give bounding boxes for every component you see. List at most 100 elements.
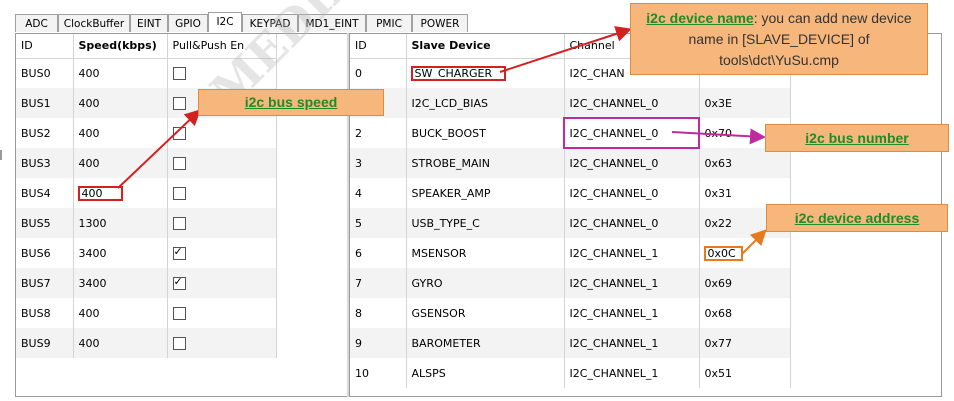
- speed-cell-highlighted[interactable]: 400: [73, 178, 168, 208]
- callout-i2c-bus-speed: i2c bus speed: [198, 89, 384, 116]
- pull-push-checkbox[interactable]: [172, 96, 186, 110]
- channel-cell[interactable]: I2C_CHANNEL_1: [564, 268, 700, 298]
- device-id-cell: 4: [350, 178, 407, 208]
- tab-clockbuffer[interactable]: ClockBuffer: [58, 14, 130, 32]
- window-edge-marker: [0, 150, 2, 160]
- pull-push-checkbox[interactable]: [172, 336, 186, 350]
- table-row[interactable]: BUS8 400: [16, 298, 277, 328]
- table-row[interactable]: I2C_LCD_BIAS I2C_CHANNEL_0 0x3E: [350, 88, 791, 118]
- speed-cell[interactable]: 400: [73, 328, 168, 358]
- table-row[interactable]: BUS4 400: [16, 178, 277, 208]
- speed-cell[interactable]: 400: [73, 118, 168, 148]
- pull-push-checkbox[interactable]: [172, 156, 186, 170]
- address-cell[interactable]: 0x77: [699, 328, 791, 358]
- pull-push-checkbox[interactable]: [172, 216, 186, 230]
- slave-device-cell[interactable]: USB_TYPE_C: [406, 208, 565, 238]
- slave-device-cell[interactable]: SPEAKER_AMP: [406, 178, 565, 208]
- bus-config-panel: ID Speed(kbps) Pull&Push En BUS0 400 BUS1…: [15, 33, 349, 397]
- callout-i2c-device-name: i2c device name: you can add new device …: [630, 3, 928, 75]
- device-id-cell: 5: [350, 208, 407, 238]
- table-row[interactable]: 3 STROBE_MAIN I2C_CHANNEL_0 0x63: [350, 148, 791, 178]
- slave-device-cell[interactable]: BUCK_BOOST: [406, 118, 565, 148]
- address-cell[interactable]: 0x69: [699, 268, 791, 298]
- pull-push-checkbox[interactable]: [172, 245, 186, 260]
- tab-pmic[interactable]: PMIC: [366, 14, 412, 32]
- callout-i2c-bus-number: i2c bus number: [765, 124, 949, 152]
- pull-push-cell: [167, 238, 277, 268]
- table-row[interactable]: 8 GSENSOR I2C_CHANNEL_1 0x68: [350, 298, 791, 328]
- table-row[interactable]: BUS6 3400: [16, 238, 277, 268]
- table-row[interactable]: 4 SPEAKER_AMP I2C_CHANNEL_0 0x31: [350, 178, 791, 208]
- tab-md1-eint[interactable]: MD1_EINT: [298, 14, 366, 32]
- device-id-cell: 0: [350, 58, 407, 88]
- pull-push-cell: [167, 148, 277, 178]
- tab-i2c[interactable]: I2C: [208, 12, 242, 32]
- bus-id-cell: BUS9: [16, 328, 74, 358]
- slave-device-cell[interactable]: GSENSOR: [406, 298, 565, 328]
- channel-cell[interactable]: I2C_CHANNEL_0: [564, 208, 700, 238]
- table-row[interactable]: BUS5 1300: [16, 208, 277, 238]
- address-cell[interactable]: 0x63: [699, 148, 791, 178]
- slave-device-cell[interactable]: GYRO: [406, 268, 565, 298]
- slave-device-cell[interactable]: I2C_LCD_BIAS: [406, 88, 565, 118]
- speed-cell[interactable]: 1300: [73, 208, 168, 238]
- address-cell[interactable]: 0x0C: [699, 238, 791, 268]
- pull-push-checkbox[interactable]: [172, 126, 186, 140]
- table-row[interactable]: 10 ALSPS I2C_CHANNEL_1 0x51: [350, 358, 791, 388]
- table-row[interactable]: BUS9 400: [16, 328, 277, 358]
- speed-cell[interactable]: 400: [73, 58, 168, 88]
- bus-id-cell: BUS1: [16, 88, 74, 118]
- speed-cell[interactable]: 3400: [73, 238, 168, 268]
- bus-speed-highlight: 400: [77, 185, 123, 201]
- tab-power[interactable]: POWER: [412, 14, 468, 32]
- channel-cell[interactable]: I2C_CHANNEL_1: [564, 298, 700, 328]
- table-row[interactable]: BUS3 400: [16, 148, 277, 178]
- slave-device-cell[interactable]: BAROMETER: [406, 328, 565, 358]
- speed-cell[interactable]: 400: [73, 148, 168, 178]
- bus-id-cell: BUS3: [16, 148, 74, 178]
- callout-key-bus-speed: i2c bus speed: [244, 94, 338, 110]
- pull-push-cell: [167, 178, 277, 208]
- pull-push-checkbox[interactable]: [172, 275, 186, 290]
- tab-eint[interactable]: EINT: [130, 14, 168, 32]
- table-row[interactable]: 2 BUCK_BOOST I2C_CHANNEL_0 0x70: [350, 117, 791, 149]
- table-row[interactable]: BUS2 400: [16, 118, 277, 148]
- bus-id-cell: BUS8: [16, 298, 74, 328]
- slave-device-cell[interactable]: SW_CHARGER: [406, 58, 565, 88]
- channel-cell[interactable]: I2C_CHANNEL_0: [564, 148, 700, 178]
- table-row[interactable]: 5 USB_TYPE_C I2C_CHANNEL_0 0x22: [350, 208, 791, 238]
- pull-push-checkbox[interactable]: [172, 67, 186, 80]
- tab-strip: ADC ClockBuffer EINT GPIO I2C KEYPAD MD1…: [15, 12, 468, 32]
- column-header-pull-push: Pull&Push En: [167, 34, 277, 59]
- table-row[interactable]: BUS0 400: [16, 58, 277, 88]
- pull-push-checkbox[interactable]: [172, 186, 186, 200]
- bus-id-cell: BUS7: [16, 268, 74, 298]
- speed-cell[interactable]: 3400: [73, 268, 168, 298]
- tab-keypad[interactable]: KEYPAD: [242, 14, 298, 32]
- pull-push-cell: [167, 58, 277, 88]
- table-row[interactable]: 9 BAROMETER I2C_CHANNEL_1 0x77: [350, 328, 791, 358]
- speed-cell[interactable]: 400: [73, 88, 168, 118]
- slave-device-cell[interactable]: ALSPS: [406, 358, 565, 388]
- tab-adc[interactable]: ADC: [15, 14, 58, 32]
- callout-key-device-name: i2c device name: [646, 10, 754, 26]
- channel-cell[interactable]: I2C_CHANNEL_1: [564, 328, 700, 358]
- slave-device-cell[interactable]: MSENSOR: [406, 238, 565, 268]
- table-row[interactable]: BUS7 3400: [16, 268, 277, 298]
- device-id-cell: 7: [350, 268, 407, 298]
- address-cell[interactable]: 0x51: [699, 358, 791, 388]
- table-row[interactable]: 6 MSENSOR I2C_CHANNEL_1 0x0C: [350, 238, 791, 268]
- address-cell[interactable]: 0x3E: [699, 88, 791, 118]
- channel-cell[interactable]: I2C_CHANNEL_1: [564, 238, 700, 268]
- address-cell[interactable]: 0x68: [699, 298, 791, 328]
- channel-cell-highlighted[interactable]: I2C_CHANNEL_0: [563, 117, 700, 149]
- slave-device-cell[interactable]: STROBE_MAIN: [406, 148, 565, 178]
- tab-gpio[interactable]: GPIO: [168, 14, 208, 32]
- device-address-highlight: 0x0C: [703, 245, 743, 261]
- channel-cell[interactable]: I2C_CHANNEL_1: [564, 358, 700, 388]
- channel-cell[interactable]: I2C_CHANNEL_0: [564, 88, 700, 118]
- pull-push-checkbox[interactable]: [172, 306, 186, 320]
- channel-cell[interactable]: I2C_CHANNEL_0: [564, 178, 700, 208]
- table-row[interactable]: 7 GYRO I2C_CHANNEL_1 0x69: [350, 268, 791, 298]
- speed-cell[interactable]: 400: [73, 298, 168, 328]
